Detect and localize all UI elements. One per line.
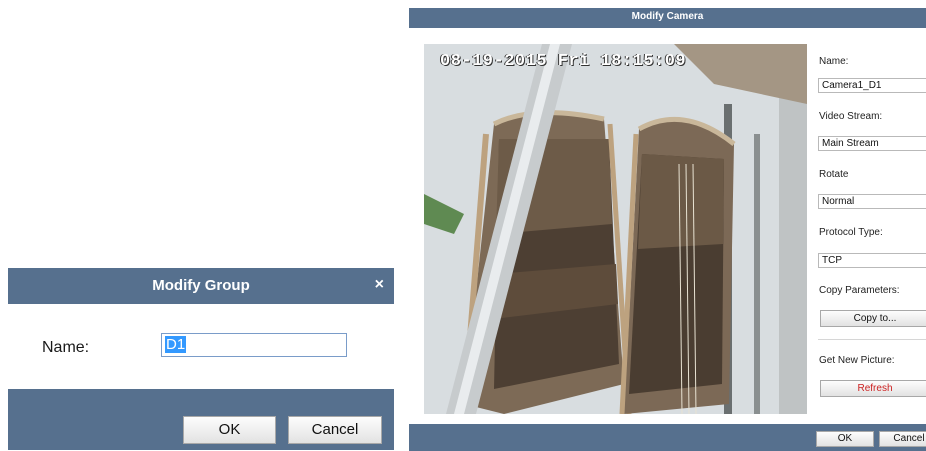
video-stream-select[interactable]: Main Stream (818, 136, 926, 151)
protocol-type-label: Protocol Type: (819, 227, 883, 238)
group-dialog-footer: OK Cancel (8, 389, 394, 450)
modify-camera-dialog: Modify Camera 08-19-2015 Fri 18:15:09 Na… (409, 8, 926, 451)
group-dialog-titlebar[interactable]: Modify Group × (8, 268, 394, 304)
copy-to-button[interactable]: Copy to... (820, 310, 926, 327)
group-ok-button[interactable]: OK (183, 416, 276, 444)
video-scene (424, 44, 807, 414)
copy-parameters-label: Copy Parameters: (819, 285, 900, 296)
video-stream-label: Video Stream: (819, 111, 883, 122)
group-dialog-body: Name: D1 (8, 304, 394, 389)
camera-dialog-titlebar[interactable]: Modify Camera (409, 8, 926, 28)
rotate-label: Rotate (819, 169, 849, 180)
camera-dialog-title: Modify Camera (631, 11, 704, 22)
modify-group-dialog: Modify Group × Name: D1 OK Cancel (8, 268, 394, 450)
refresh-button[interactable]: Refresh (820, 380, 926, 397)
camera-name-label: Name: (819, 56, 849, 67)
camera-cancel-button[interactable]: Cancel (879, 431, 926, 447)
protocol-type-select[interactable]: TCP (818, 253, 926, 268)
group-cancel-button[interactable]: Cancel (288, 416, 382, 444)
close-icon[interactable]: × (375, 276, 384, 294)
group-dialog-title: Modify Group (152, 277, 250, 294)
camera-dialog-panel: 08-19-2015 Fri 18:15:09 Name: Camera1_D1… (409, 28, 926, 424)
get-new-picture-label: Get New Picture: (819, 355, 895, 366)
camera-ok-button[interactable]: OK (816, 431, 874, 447)
rotate-select[interactable]: Normal (818, 194, 926, 209)
section-divider (818, 339, 926, 340)
group-name-selected-text: D1 (165, 336, 187, 353)
camera-name-input[interactable]: Camera1_D1 (818, 78, 926, 93)
camera-video-preview: 08-19-2015 Fri 18:15:09 (424, 44, 807, 414)
video-timestamp-overlay: 08-19-2015 Fri 18:15:09 (440, 52, 687, 71)
group-name-label: Name: (42, 339, 90, 356)
group-name-input[interactable]: D1 (161, 333, 347, 357)
